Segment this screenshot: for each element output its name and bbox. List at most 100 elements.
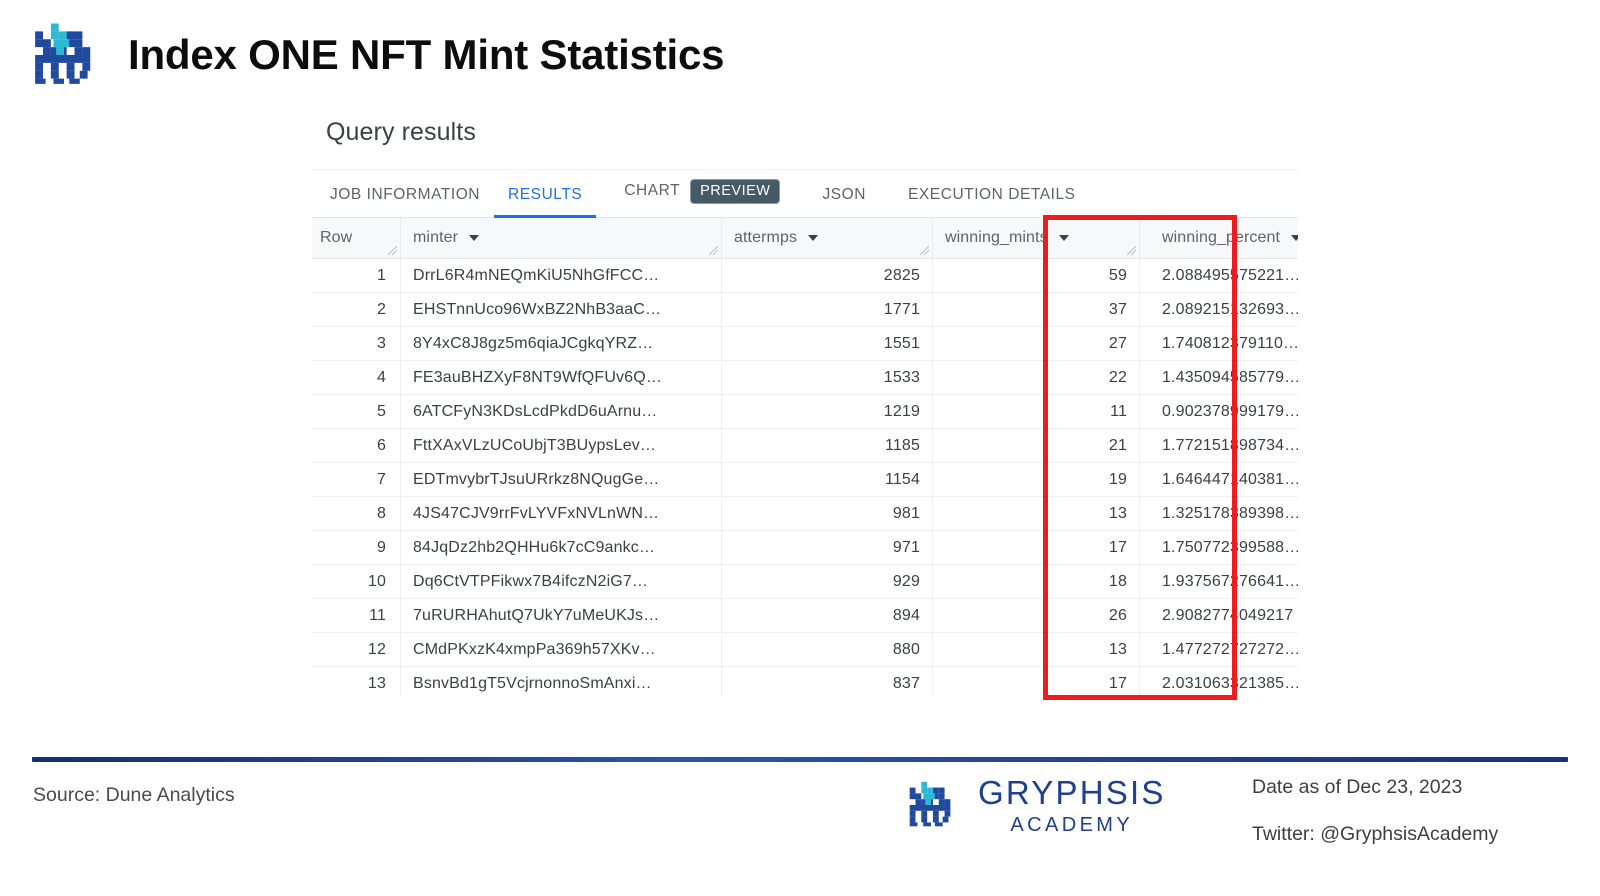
column-header-attermps[interactable]: attermps [722,218,933,259]
column-header-winning-percent[interactable]: winning_percent [1140,218,1299,259]
cell-attermps: 929 [722,565,933,599]
cell-minter: 6ATCFyN3KDsLcdPkdD6uArnu… [401,395,722,429]
table-row[interactable]: 13BsnvBd1gT5VcjrnonnoSmAnxi…837172.03106… [312,667,1298,697]
cell-row: 7 [312,463,401,497]
tab-chart[interactable]: CHART PREVIEW [624,179,780,218]
column-header-winning-mints[interactable]: winning_mints [933,218,1140,259]
chevron-down-icon[interactable] [1059,235,1069,241]
cell-minter: BsnvBd1gT5VcjrnonnoSmAnxi… [401,667,722,697]
cell-winning-percent: 1.772151898734… [1140,429,1299,463]
brand-wordmark: GRYPHSIS ACADEMY [978,776,1166,835]
results-table: Row minter [312,218,1298,696]
query-results-heading: Query results [312,118,1298,169]
cell-row: 9 [312,531,401,565]
preview-badge: PREVIEW [690,179,780,205]
cell-row: 13 [312,667,401,697]
table-row[interactable]: 6FttXAxVLzUCoUbjT3BUypsLev…1185211.77215… [312,429,1298,463]
table-row[interactable]: 84JS47CJV9rrFvLYVFxNVLnWN…981131.3251783… [312,497,1298,531]
cell-winning-percent: 0.902378999179… [1140,395,1299,429]
gryphsis-dragon-logo-icon [900,774,962,836]
table-row[interactable]: 1DrrL6R4mNEQmKiU5NhGfFCC…2825592.0884955… [312,259,1298,293]
cell-row: 2 [312,293,401,327]
table-row[interactable]: 10Dq6CtVTPFikwx7B4ifczN2iG7…929181.93756… [312,565,1298,599]
column-header-row[interactable]: Row [312,218,401,259]
table-header-row: Row minter [312,218,1298,259]
cell-row: 8 [312,497,401,531]
tab-bar: JOB INFORMATION RESULTS CHART PREVIEW JS… [312,169,1298,218]
cell-minter: FttXAxVLzUCoUbjT3BUypsLev… [401,429,722,463]
cell-attermps: 981 [722,497,933,531]
tab-json[interactable]: JSON [822,186,866,217]
tab-execution-details[interactable]: EXECUTION DETAILS [908,186,1076,217]
cell-winning-mints: 17 [933,531,1140,565]
slide-footer: Source: Dune Analytics [0,762,1600,896]
column-header-row-label: Row [320,229,352,247]
cell-minter: FE3auBHZXyF8NT9WfQFUv6Q… [401,361,722,395]
cell-row: 11 [312,599,401,633]
table-row[interactable]: 4FE3auBHZXyF8NT9WfQFUv6Q…1533221.4350945… [312,361,1298,395]
cell-attermps: 1219 [722,395,933,429]
cell-winning-mints: 37 [933,293,1140,327]
cell-winning-mints: 59 [933,259,1140,293]
table-row[interactable]: 56ATCFyN3KDsLcdPkdD6uArnu…1219110.902378… [312,395,1298,429]
cell-winning-mints: 17 [933,667,1140,697]
cell-attermps: 971 [722,531,933,565]
slide-header: Index ONE NFT Mint Statistics [0,0,1600,110]
cell-minter: EHSTnnUco96WxBZ2NhB3aaC… [401,293,722,327]
cell-minter: 7uRURHAhutQ7UkY7uMeUKJs… [401,599,722,633]
query-results-panel: Query results JOB INFORMATION RESULTS CH… [312,118,1298,696]
cell-winning-percent: 2.088495575221… [1140,259,1299,293]
chevron-down-icon[interactable] [469,235,479,241]
cell-row: 1 [312,259,401,293]
chevron-down-icon[interactable] [808,235,818,241]
cell-attermps: 1533 [722,361,933,395]
table-row[interactable]: 7EDTmvybrTJsuURrkz8NQugGe…1154191.646447… [312,463,1298,497]
column-header-winning-mints-label: winning_mints [945,229,1048,247]
column-header-minter-label: minter [413,229,458,247]
results-table-scroll-area[interactable]: Row minter [312,218,1298,696]
tab-results-label: RESULTS [508,186,582,204]
tab-execution-details-label: EXECUTION DETAILS [908,186,1076,204]
resize-grip-icon [708,245,719,256]
cell-minter: 4JS47CJV9rrFvLYVFxNVLnWN… [401,497,722,531]
cell-minter: CMdPKxzK4xmpPa369h57XKv… [401,633,722,667]
tab-job-information[interactable]: JOB INFORMATION [330,186,480,217]
cell-winning-mints: 13 [933,497,1140,531]
cell-minter: DrrL6R4mNEQmKiU5NhGfFCC… [401,259,722,293]
column-header-attermps-label: attermps [734,229,797,247]
cell-winning-percent: 2.9082774049217 [1140,599,1299,633]
tab-results[interactable]: RESULTS [508,186,582,217]
table-row[interactable]: 2EHSTnnUco96WxBZ2NhB3aaC…1771372.0892151… [312,293,1298,327]
chevron-down-icon[interactable] [1291,235,1298,241]
table-row[interactable]: 117uRURHAhutQ7UkY7uMeUKJs…894262.9082774… [312,599,1298,633]
cell-row: 5 [312,395,401,429]
cell-winning-percent: 1.937567276641… [1140,565,1299,599]
footer-meta: Date as of Dec 23, 2023 Twitter: @Gryphs… [1252,776,1498,846]
results-table-header: Row minter [312,218,1298,259]
column-header-minter[interactable]: minter [401,218,722,259]
table-row[interactable]: 12CMdPKxzK4xmpPa369h57XKv…880131.4772727… [312,633,1298,667]
cell-attermps: 1551 [722,327,933,361]
table-row[interactable]: 984JqDz2hb2QHHu6k7cC9ankc…971171.7507723… [312,531,1298,565]
page-title: Index ONE NFT Mint Statistics [128,31,724,79]
resize-grip-icon [1126,245,1137,256]
cell-winning-mints: 11 [933,395,1140,429]
cell-minter: EDTmvybrTJsuURrkz8NQugGe… [401,463,722,497]
gryphsis-academy-brand: GRYPHSIS ACADEMY [900,774,1166,836]
cell-row: 3 [312,327,401,361]
cell-row: 12 [312,633,401,667]
cell-winning-mints: 26 [933,599,1140,633]
cell-winning-percent: 1.646447140381… [1140,463,1299,497]
cell-winning-percent: 1.325178389398… [1140,497,1299,531]
cell-attermps: 1771 [722,293,933,327]
cell-winning-percent: 1.750772399588… [1140,531,1299,565]
tab-json-label: JSON [822,186,866,204]
cell-attermps: 1154 [722,463,933,497]
gryphsis-dragon-logo-icon [22,13,106,97]
cell-attermps: 837 [722,667,933,697]
resize-grip-icon [919,245,930,256]
cell-winning-percent: 1.435094585779… [1140,361,1299,395]
tab-job-information-label: JOB INFORMATION [330,186,480,204]
cell-minter: 8Y4xC8J8gz5m6qiaJCgkqYRZ… [401,327,722,361]
table-row[interactable]: 38Y4xC8J8gz5m6qiaJCgkqYRZ…1551271.740812… [312,327,1298,361]
